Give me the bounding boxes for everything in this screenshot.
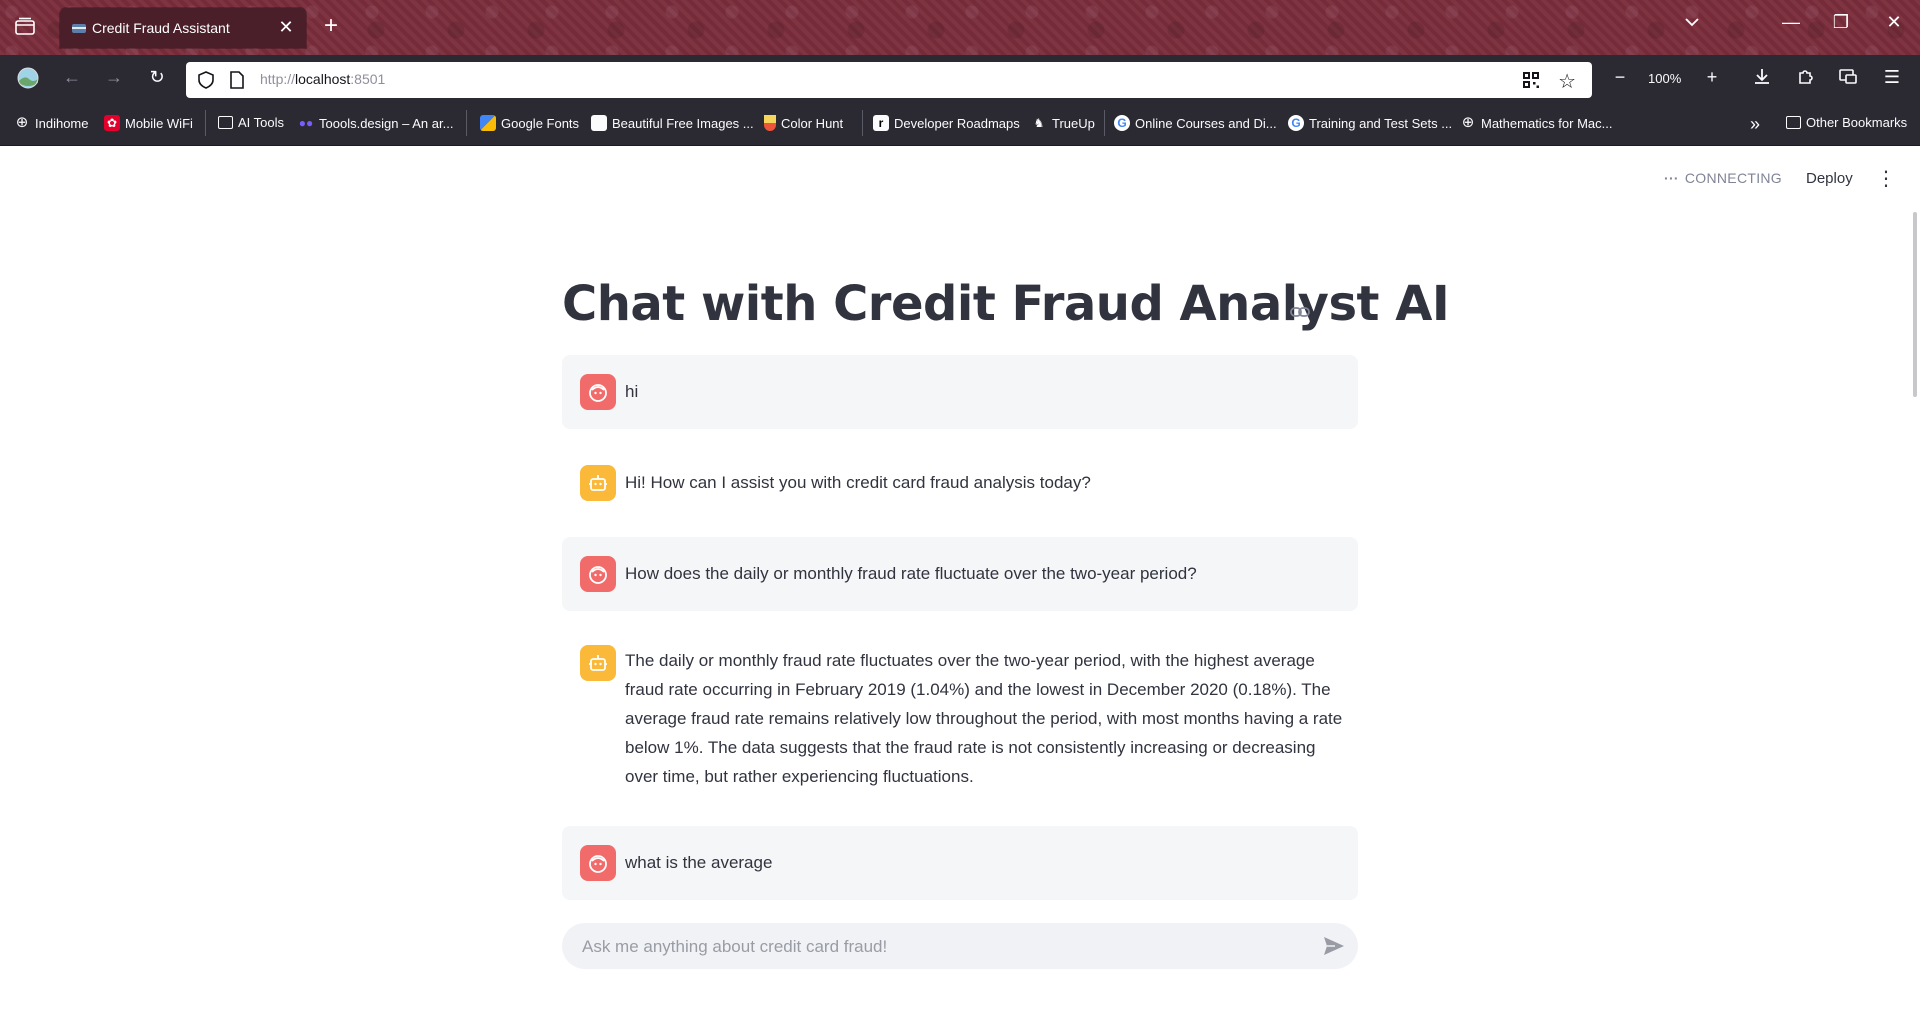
restore-icon[interactable]: ❐ <box>1826 12 1856 33</box>
user-avatar-icon <box>580 845 616 881</box>
connection-status: ··· CONNECTING <box>1664 170 1783 186</box>
message-text: Hi! How can I assist you with credit car… <box>625 473 1091 492</box>
card-favicon-icon <box>72 24 86 33</box>
message-text: what is the average <box>625 853 773 872</box>
folder-icon <box>218 116 233 129</box>
profile-avatar-icon[interactable] <box>16 67 40 94</box>
reload-icon[interactable]: ↻ <box>145 67 169 88</box>
downloads-icon[interactable] <box>1750 67 1774 90</box>
zoom-level[interactable]: 100% <box>1648 71 1681 86</box>
folder-icon <box>1786 116 1801 129</box>
google-icon: G <box>1114 115 1130 131</box>
message-text: The daily or monthly fraud rate fluctuat… <box>625 651 1343 786</box>
deploy-button[interactable]: Deploy <box>1806 170 1853 187</box>
page-title: Chat with Credit Fraud Analyst AI <box>562 276 1450 332</box>
link-anchor-icon[interactable] <box>1290 302 1310 322</box>
bookmark-trueup[interactable]: ♞ TrueUp <box>1031 115 1095 131</box>
tab-title: Credit Fraud Assistant <box>92 20 230 36</box>
status-dots-icon: ··· <box>1664 170 1679 186</box>
toools-icon: ●● <box>298 116 314 130</box>
bookmark-ai-tools[interactable]: AI Tools <box>218 115 284 130</box>
bookmark-training-test-sets[interactable]: G Training and Test Sets ... <box>1288 115 1452 131</box>
zoom-in-icon[interactable]: + <box>1700 67 1724 88</box>
scrollbar[interactable] <box>1913 212 1917 397</box>
extensions-icon[interactable] <box>1794 67 1818 90</box>
roadmap-icon: r <box>873 115 889 131</box>
hamburger-menu-icon[interactable]: ☰ <box>1880 67 1904 88</box>
chat-message-assistant: The daily or monthly fraud rate fluctuat… <box>562 628 1358 798</box>
bookmark-unsplash[interactable]: Beautiful Free Images ... <box>591 115 754 131</box>
bookmark-separator <box>466 110 467 136</box>
send-icon[interactable] <box>1322 935 1346 957</box>
bookmark-separator <box>205 110 206 136</box>
google-fonts-icon <box>480 115 496 131</box>
chat-input-container <box>562 923 1358 971</box>
user-avatar-icon <box>580 556 616 592</box>
assistant-avatar-icon <box>580 465 616 501</box>
bookmark-toools-design[interactable]: ●● Toools.design – An ar... <box>298 115 454 131</box>
trueup-icon: ♞ <box>1033 116 1045 130</box>
bookmark-color-hunt[interactable]: Color Hunt <box>764 115 843 131</box>
huawei-icon: ✿ <box>104 115 120 131</box>
forward-icon[interactable]: → <box>102 67 126 88</box>
unsplash-icon <box>591 115 607 131</box>
minimize-icon[interactable]: — <box>1776 12 1806 33</box>
page-info-icon[interactable] <box>230 71 244 89</box>
bookmark-star-icon[interactable]: ☆ <box>1558 69 1576 94</box>
chat-message-assistant: Hi! How can I assist you with credit car… <box>562 446 1358 520</box>
bookmark-separator <box>862 110 863 136</box>
url-bar[interactable]: http://localhost:8501 ☆ <box>186 62 1592 98</box>
bookmark-indihome[interactable]: ⊕ Indihome <box>14 114 89 131</box>
bookmarks-overflow-icon[interactable]: » <box>1750 114 1760 135</box>
tab-strip: Credit Fraud Assistant ✕ + — ❐ ✕ <box>0 0 1920 55</box>
tracking-shield-icon[interactable] <box>198 71 214 89</box>
sync-tabs-icon[interactable] <box>1836 67 1860 90</box>
user-avatar-icon <box>580 374 616 410</box>
bookmark-other-bookmarks[interactable]: Other Bookmarks <box>1786 115 1907 130</box>
bookmark-mobile-wifi[interactable]: ✿ Mobile WiFi <box>104 115 193 131</box>
url-text[interactable]: http://localhost:8501 <box>260 71 385 87</box>
assistant-avatar-icon <box>580 645 616 681</box>
qr-code-icon[interactable] <box>1522 71 1540 89</box>
chat-message-user: what is the average <box>562 826 1358 900</box>
bookmark-mathematics[interactable]: ⊕ Mathematics for Mac... <box>1460 114 1613 131</box>
main-menu-icon[interactable]: ⋮ <box>1876 166 1896 191</box>
bookmark-online-courses[interactable]: G Online Courses and Di... <box>1114 115 1277 131</box>
chat-message-user: hi <box>562 355 1358 429</box>
new-tab-icon[interactable]: + <box>324 12 338 40</box>
window-close-icon[interactable]: ✕ <box>1879 12 1909 33</box>
globe-icon: ⊕ <box>1461 114 1475 131</box>
list-tabs-icon[interactable] <box>1684 14 1700 32</box>
color-hunt-icon <box>764 115 776 131</box>
chat-input[interactable] <box>580 923 1284 971</box>
chat-message-user: How does the daily or monthly fraud rate… <box>562 537 1358 611</box>
bookmark-google-fonts[interactable]: Google Fonts <box>480 115 579 131</box>
bookmark-separator <box>1104 110 1105 136</box>
message-text: hi <box>625 382 639 401</box>
back-icon[interactable]: ← <box>60 67 84 88</box>
firefox-view-icon[interactable] <box>14 17 36 37</box>
google-icon: G <box>1288 115 1304 131</box>
active-tab[interactable]: Credit Fraud Assistant ✕ <box>60 8 306 48</box>
globe-icon: ⊕ <box>15 114 29 131</box>
zoom-out-icon[interactable]: − <box>1608 67 1632 88</box>
bookmark-developer-roadmaps[interactable]: r Developer Roadmaps <box>873 115 1020 131</box>
tab-close-icon[interactable]: ✕ <box>276 17 296 38</box>
message-text: How does the daily or monthly fraud rate… <box>625 564 1197 583</box>
